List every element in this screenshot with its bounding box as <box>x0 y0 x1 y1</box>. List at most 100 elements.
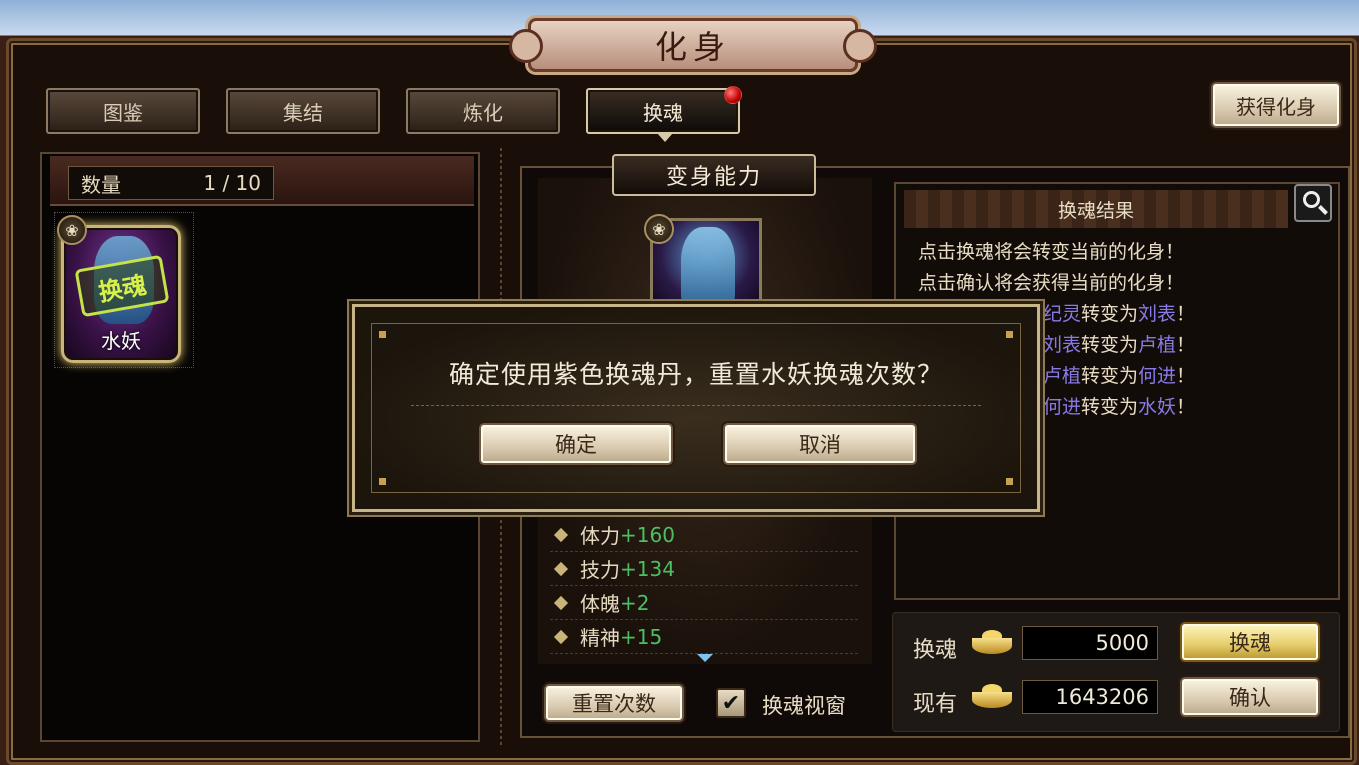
get-avatar-button-label: 获得化身 <box>1236 94 1316 119</box>
dialog-message: 确定使用紫色换魂丹，重置水妖换魂次数？ <box>448 360 943 389</box>
owned-label: 现有 <box>913 692 958 717</box>
confirm-button-label: 确认 <box>1229 686 1271 710</box>
from-name: 刘表 <box>1043 334 1082 356</box>
line-end: ！ <box>1176 334 1196 356</box>
swap-window-label: 换魂视窗 <box>762 694 846 718</box>
stat-label: 体力 <box>580 524 620 548</box>
stat-row: 技力 +134 <box>550 552 858 586</box>
stat-label: 体魄 <box>580 592 620 616</box>
ability-title: 变身能力 <box>612 154 816 196</box>
line-end: ！ <box>1176 365 1196 387</box>
stat-value: +134 <box>620 556 675 581</box>
tab-label: 炼化 <box>463 100 503 125</box>
result-title: 换魂结果 <box>904 190 1288 228</box>
stat-value: +15 <box>620 624 663 649</box>
magnifier-handle <box>1318 205 1328 215</box>
result-line: 刘表转变为卢植！ <box>1043 330 1195 357</box>
result-title-text: 换魂结果 <box>1057 199 1134 222</box>
window-title: 化身 <box>509 18 877 72</box>
tab-label: 换魂 <box>643 100 683 125</box>
ability-title-text: 变身能力 <box>665 165 762 190</box>
dialog-ok-label: 确定 <box>555 433 597 457</box>
swap-cost-field: 5000 <box>1022 626 1158 660</box>
stat-value: +2 <box>620 590 650 615</box>
ingot-base <box>972 638 1012 654</box>
stat-label: 精神 <box>580 626 620 650</box>
from-name: 卢植 <box>1043 365 1082 387</box>
to-name: 卢植 <box>1138 334 1177 356</box>
count-label: 数量 <box>81 172 121 197</box>
dialog-inner-border <box>371 323 1021 493</box>
stat-row: 体魄 +2 <box>550 586 858 620</box>
search-button[interactable] <box>1294 184 1332 222</box>
result-line: 点击确认将会获得当前的化身！ <box>918 272 1185 294</box>
notification-dot-icon <box>724 86 742 104</box>
stat-row: 精神 +15 <box>550 620 858 654</box>
stat-label: 技力 <box>580 558 620 582</box>
dialog-corner <box>1006 478 1013 485</box>
dialog-divider <box>411 405 981 406</box>
swap-cost-label: 换魂 <box>913 638 958 663</box>
scroll-down-icon[interactable] <box>697 654 713 662</box>
transform-text: 转变为 <box>1081 396 1139 418</box>
diamond-bullet-icon <box>553 561 569 576</box>
confirm-button[interactable]: 确认 <box>1180 677 1320 717</box>
diamond-bullet-icon <box>553 527 569 542</box>
transform-text: 转变为 <box>1081 334 1139 356</box>
tab-atlas[interactable]: 图鉴 <box>46 88 200 134</box>
title-ornament-right <box>843 29 877 63</box>
tab-gather[interactable]: 集结 <box>226 88 380 134</box>
swap-button[interactable]: 换魂 <box>1180 622 1320 662</box>
to-name: 何进 <box>1138 365 1177 387</box>
from-name: 纪灵 <box>1043 303 1082 325</box>
stat-value: +160 <box>620 522 675 547</box>
from-name: 何进 <box>1043 396 1082 418</box>
avatar-card-slot[interactable]: 换魂 水妖 ❀ <box>54 212 194 368</box>
owned-amount-field: 1643206 <box>1022 680 1158 714</box>
line-end: ！ <box>1176 396 1196 418</box>
to-name: 刘表 <box>1138 303 1177 325</box>
avatar-card[interactable]: 换魂 水妖 <box>61 225 181 363</box>
dialog-corner <box>379 331 386 338</box>
dialog-cancel-button[interactable]: 取消 <box>723 423 917 465</box>
dialog-ok-button[interactable]: 确定 <box>479 423 673 465</box>
card-name: 水妖 <box>101 329 141 353</box>
ingot-base <box>972 692 1012 708</box>
diamond-bullet-icon <box>553 595 569 610</box>
tab-label: 集结 <box>283 100 323 125</box>
active-tab-caret-icon <box>657 133 673 142</box>
reset-count-button-label: 重置次数 <box>572 692 656 716</box>
checkmark-icon: ✔ <box>721 690 741 716</box>
tab-label: 图鉴 <box>103 100 143 125</box>
dialog-cancel-label: 取消 <box>799 433 841 457</box>
count-bar: 数量 1 / 10 <box>50 156 474 206</box>
result-line: 纪灵转变为刘表！ <box>1043 299 1195 326</box>
confirm-dialog: 确定使用紫色换魂丹，重置水妖换魂次数？ 确定 取消 <box>352 304 1040 512</box>
diamond-bullet-icon <box>553 629 569 644</box>
result-line: 点击换魂将会转变当前的化身！ <box>918 241 1185 263</box>
count-value: 1 / 10 <box>203 171 261 195</box>
magnifier-icon <box>1303 191 1320 208</box>
stat-row: 体力 +160 <box>550 518 858 552</box>
swap-window-checkbox[interactable]: ✔ <box>716 688 746 718</box>
reset-count-button[interactable]: 重置次数 <box>544 684 684 722</box>
line-end: ！ <box>1176 303 1196 325</box>
result-line: 卢植转变为何进！ <box>1043 361 1195 388</box>
tab-soul-swap[interactable]: 换魂 <box>586 86 742 142</box>
to-name: 水妖 <box>1138 396 1177 418</box>
tab-refine[interactable]: 炼化 <box>406 88 560 134</box>
gold-ingot-icon <box>972 684 1012 710</box>
lotus-icon: ❀ <box>57 215 87 245</box>
card-stamp: 换魂 <box>74 254 170 318</box>
get-avatar-button[interactable]: 获得化身 <box>1211 82 1341 128</box>
title-ornament-left <box>509 29 543 63</box>
transform-text: 转变为 <box>1081 303 1139 325</box>
swap-button-label: 换魂 <box>1229 631 1271 655</box>
portrait-figure <box>681 227 735 311</box>
window-title-text: 化身 <box>654 28 731 66</box>
result-line: 何进转变为水妖！ <box>1043 392 1195 419</box>
count-box: 数量 1 / 10 <box>68 166 274 200</box>
lotus-icon: ❀ <box>644 214 674 244</box>
dialog-corner <box>379 478 386 485</box>
transform-text: 转变为 <box>1081 365 1139 387</box>
